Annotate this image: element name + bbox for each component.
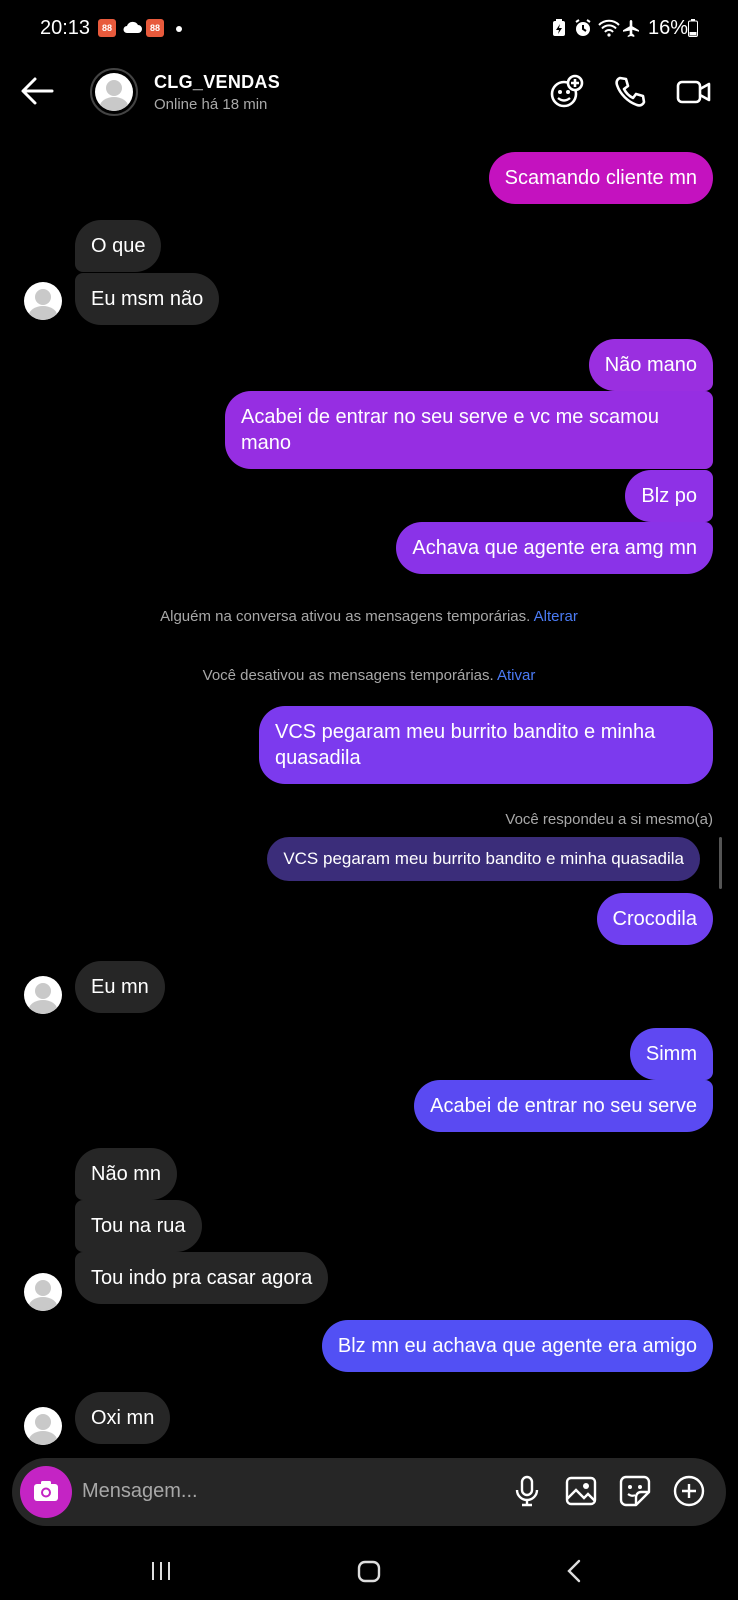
microphone-icon[interactable] xyxy=(510,1474,544,1508)
message-input[interactable]: Mensagem... xyxy=(82,1480,198,1503)
battery-percentage: 16% xyxy=(647,17,688,39)
system-notice-text: Alguém na conversa ativou as mensagens t… xyxy=(160,608,531,625)
cloud-icon xyxy=(123,21,142,33)
add-people-icon[interactable] xyxy=(548,74,584,110)
message-bubble-sent[interactable]: Achava que agente era amg mn xyxy=(396,522,713,574)
notification-dot-icon xyxy=(176,26,182,32)
sticker-icon[interactable] xyxy=(618,1474,652,1508)
image-icon[interactable] xyxy=(564,1474,598,1508)
wifi-icon xyxy=(598,19,620,37)
system-notice: Alguém na conversa ativou as mensagens t… xyxy=(0,608,738,625)
message-list[interactable]: Scamando cliente mn O que Eu msm não Não… xyxy=(0,148,738,1448)
contact-name[interactable]: CLG_VENDAS xyxy=(154,72,280,93)
battery-icon xyxy=(688,19,698,37)
reply-bar xyxy=(719,837,722,889)
message-composer: Mensagem... xyxy=(12,1458,726,1526)
system-notice-text: Você desativou as mensagens temporárias. xyxy=(202,667,494,684)
system-notice: Você desativou as mensagens temporárias.… xyxy=(0,667,738,684)
reply-quote[interactable]: VCS pegaram meu burrito bandito e minha … xyxy=(267,837,700,881)
home-icon[interactable] xyxy=(354,1556,384,1586)
message-bubble-sent[interactable]: Acabei de entrar no seu serve e vc me sc… xyxy=(225,391,713,469)
back-nav-icon[interactable] xyxy=(560,1556,590,1586)
message-bubble-received[interactable]: Tou indo pra casar agora xyxy=(75,1252,329,1304)
message-bubble-received[interactable]: O que xyxy=(75,220,162,272)
sender-avatar[interactable] xyxy=(24,1273,62,1311)
message-bubble-received[interactable]: Tou na rua xyxy=(75,1200,202,1252)
video-icon[interactable] xyxy=(676,74,712,110)
app-notification-icon: 88 xyxy=(98,19,116,37)
message-bubble-sent[interactable]: Simm xyxy=(629,1028,713,1080)
reply-label: Você respondeu a si mesmo(a) xyxy=(505,811,713,828)
sender-avatar[interactable] xyxy=(24,282,62,320)
message-bubble-sent[interactable]: Não mano xyxy=(588,339,713,391)
activate-temporary-messages-link[interactable]: Ativar xyxy=(497,667,535,684)
sender-avatar[interactable] xyxy=(24,976,62,1014)
back-arrow-icon[interactable] xyxy=(20,76,54,106)
contact-avatar[interactable] xyxy=(90,68,138,116)
alarm-icon xyxy=(575,19,591,36)
message-bubble-received[interactable]: Não mn xyxy=(75,1148,178,1200)
system-navigation-bar xyxy=(0,1540,738,1600)
message-bubble-sent[interactable]: Scamando cliente mn xyxy=(488,152,713,204)
message-bubble-received[interactable]: Eu mn xyxy=(75,961,165,1013)
plus-circle-icon[interactable] xyxy=(672,1474,706,1508)
message-bubble-received[interactable]: Eu msm não xyxy=(75,273,220,325)
message-bubble-sent[interactable]: Acabei de entrar no seu serve xyxy=(414,1080,713,1132)
recent-apps-icon[interactable] xyxy=(146,1556,176,1586)
change-temporary-messages-link[interactable]: Alterar xyxy=(534,608,578,625)
message-bubble-sent[interactable]: VCS pegaram meu burrito bandito e minha … xyxy=(259,706,713,784)
camera-icon xyxy=(34,1481,58,1501)
chat-header: CLG_VENDAS Online há 18 min xyxy=(0,58,738,148)
camera-button[interactable] xyxy=(20,1466,72,1518)
status-bar: 20:13 88 88 16% xyxy=(0,0,738,58)
phone-icon[interactable] xyxy=(612,74,648,110)
airplane-mode-icon xyxy=(623,20,639,37)
message-bubble-received[interactable]: Oxi mn xyxy=(75,1392,171,1444)
message-bubble-sent[interactable]: Blz mn eu achava que agente era amigo xyxy=(321,1320,713,1372)
app-notification-icon: 88 xyxy=(146,19,164,37)
message-bubble-sent[interactable]: Blz po xyxy=(625,470,713,522)
message-bubble-sent[interactable]: Crocodila xyxy=(596,893,713,945)
battery-saver-icon xyxy=(553,19,565,36)
status-time: 20:13 xyxy=(40,17,91,39)
contact-status: Online há 18 min xyxy=(154,96,268,113)
sender-avatar[interactable] xyxy=(24,1407,62,1445)
